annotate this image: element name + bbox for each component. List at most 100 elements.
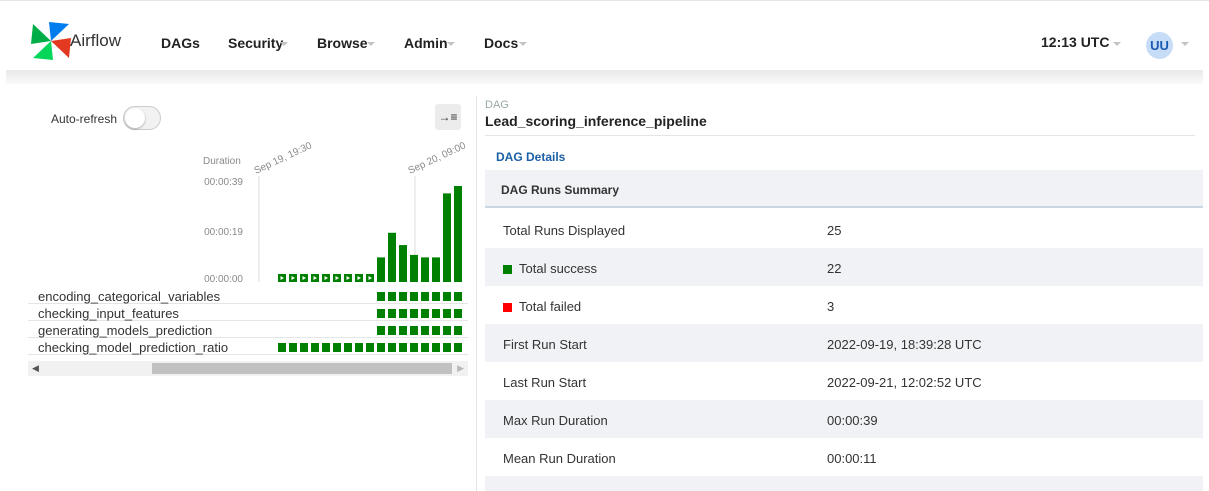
scroll-left-arrow-icon[interactable]: ◀ <box>32 363 39 374</box>
auto-refresh-toggle[interactable] <box>123 106 161 130</box>
summary-value: 25 <box>827 223 842 238</box>
run-duration-bar[interactable] <box>388 232 396 282</box>
task-instance-cell[interactable] <box>377 343 385 352</box>
summary-value: 22 <box>827 261 842 276</box>
task-instance-cell[interactable] <box>454 326 462 335</box>
run-duration-bar[interactable] <box>410 254 418 282</box>
task-instance-cell[interactable] <box>377 309 385 318</box>
dag-run-duration-chart: Duration 00:00:39 00:00:19 00:00:00 Sep … <box>203 140 468 285</box>
task-instance-cell[interactable] <box>322 343 330 352</box>
collapse-details-button[interactable]: →≡ <box>435 104 461 130</box>
task-instance-cell[interactable] <box>454 343 462 352</box>
task-instance-cell[interactable] <box>432 292 440 301</box>
chevron-down-icon <box>1113 42 1121 46</box>
success-swatch-icon <box>503 265 512 274</box>
task-instance-cell[interactable] <box>421 326 429 335</box>
summary-value: 00:00:11 <box>827 451 877 466</box>
task-instance-cell[interactable] <box>388 326 396 335</box>
dag-runs-summary-header: DAG Runs Summary <box>485 170 1203 208</box>
summary-key: First Run Start <box>503 337 587 352</box>
timezone-clock[interactable]: 12:13 UTC <box>1041 34 1109 50</box>
auto-refresh-label: Auto-refresh <box>51 112 118 126</box>
task-instance-cell[interactable] <box>454 292 462 301</box>
task-instance-cell[interactable] <box>410 292 418 301</box>
task-instance-cell[interactable] <box>399 326 407 335</box>
run-duration-bar[interactable] <box>432 257 440 282</box>
summary-key: Total success <box>519 261 598 276</box>
summary-value: 00:00:39 <box>827 413 878 428</box>
run-date-label: Sep 20, 09:00 <box>407 140 468 176</box>
task-instance-cell[interactable] <box>443 326 451 335</box>
dag-details-link[interactable]: DAG Details <box>496 150 565 164</box>
task-instance-cell[interactable] <box>421 343 429 352</box>
run-duration-bar[interactable] <box>399 245 407 282</box>
task-instance-cell[interactable] <box>399 292 407 301</box>
summary-row-max-run-duration: Max Run Duration 00:00:39 <box>485 400 1203 438</box>
task-instance-cell[interactable] <box>443 292 451 301</box>
summary-header-label: DAG Runs Summary <box>501 183 620 197</box>
task-instance-cell[interactable] <box>421 292 429 301</box>
scroll-thumb[interactable] <box>152 363 452 374</box>
summary-row-total-failed: Total failed 3 <box>485 286 1203 324</box>
task-instance-cell[interactable] <box>388 343 396 352</box>
task-instance-cell[interactable] <box>410 326 418 335</box>
task-instance-cell[interactable] <box>289 343 297 352</box>
run-duration-bar[interactable] <box>377 257 385 282</box>
task-instance-cell[interactable] <box>388 309 396 318</box>
task-instance-cell[interactable] <box>377 292 385 301</box>
summary-key: Last Run Start <box>503 375 587 390</box>
toggle-knob <box>125 108 145 128</box>
task-instance-cell[interactable] <box>344 343 352 352</box>
summary-row-total-success: Total success 22 <box>485 248 1203 286</box>
task-instance-cell[interactable] <box>443 309 451 318</box>
chevron-down-icon <box>367 42 375 46</box>
nav-browse[interactable]: Browse <box>317 35 368 51</box>
summary-row-last-run-start: Last Run Start 2022-09-21, 12:02:52 UTC <box>485 362 1203 400</box>
duration-tick: 00:00:39 <box>204 177 243 188</box>
dag-kicker: DAG <box>485 99 509 111</box>
chevron-down-icon <box>1181 42 1189 46</box>
run-duration-bar[interactable] <box>454 186 462 282</box>
grid-horizontal-scrollbar[interactable]: ◀ ▶ <box>28 361 468 376</box>
task-instance-cell[interactable] <box>432 309 440 318</box>
chevron-down-icon <box>280 42 288 46</box>
run-duration-bar[interactable] <box>421 257 429 282</box>
scroll-right-arrow-icon[interactable]: ▶ <box>457 363 464 374</box>
task-instance-cell[interactable] <box>278 343 286 352</box>
airflow-logo-icon[interactable] <box>31 22 71 60</box>
task-instance-cell[interactable] <box>366 343 374 352</box>
nav-admin[interactable]: Admin <box>404 35 448 51</box>
summary-key: Max Run Duration <box>503 413 608 428</box>
task-instance-cell[interactable] <box>443 343 451 352</box>
run-date-label: Sep 19, 19:30 <box>253 140 314 176</box>
task-instance-cell[interactable] <box>410 343 418 352</box>
task-instance-cell[interactable] <box>432 326 440 335</box>
task-instance-cells <box>278 292 462 352</box>
task-instance-cell[interactable] <box>388 292 396 301</box>
task-instance-cell[interactable] <box>311 343 319 352</box>
task-instance-cell[interactable] <box>377 326 385 335</box>
task-instance-cell[interactable] <box>300 343 308 352</box>
run-duration-bar[interactable] <box>443 193 451 282</box>
task-instance-cell[interactable] <box>399 309 407 318</box>
task-instance-cell[interactable] <box>432 343 440 352</box>
chevron-down-icon <box>519 42 527 46</box>
task-instance-cell[interactable] <box>410 309 418 318</box>
nav-dags[interactable]: DAGs <box>161 35 200 51</box>
task-instance-cell[interactable] <box>333 343 341 352</box>
panel-divider[interactable] <box>476 96 477 491</box>
nav-docs[interactable]: Docs <box>484 35 518 51</box>
task-instance-cell[interactable] <box>454 309 462 318</box>
task-instance-cell[interactable] <box>421 309 429 318</box>
summary-value: 3 <box>827 299 835 314</box>
brand-name[interactable]: Airflow <box>70 31 121 51</box>
summary-row-first-run-start: First Run Start 2022-09-19, 18:39:28 UTC <box>485 324 1203 362</box>
task-instance-cell[interactable] <box>399 343 407 352</box>
summary-key: Total Runs Displayed <box>503 223 626 238</box>
user-avatar[interactable]: UU <box>1146 32 1173 59</box>
task-instance-cell[interactable] <box>355 343 363 352</box>
duration-axis-label: Duration <box>203 156 241 167</box>
nav-security[interactable]: Security <box>228 35 283 51</box>
title-divider <box>485 135 1195 136</box>
dag-title[interactable]: Lead_scoring_inference_pipeline <box>485 113 707 129</box>
